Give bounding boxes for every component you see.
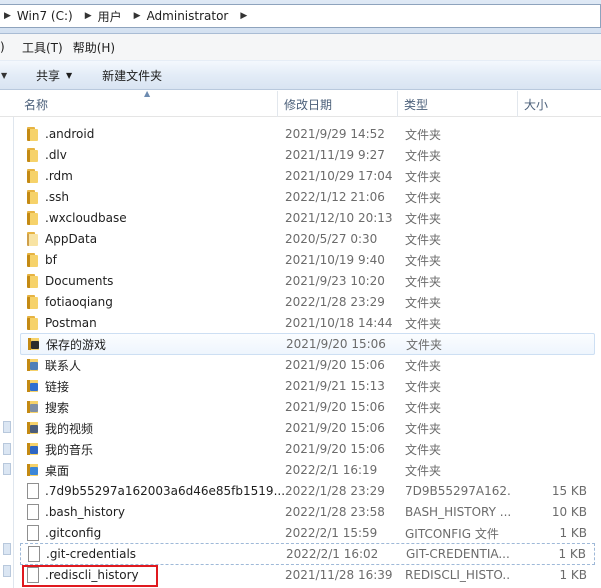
breadcrumb[interactable]: ▶ Win7 (C:) ▶ 用户 ▶ Administrator ▶ [0,4,601,28]
menu-item-help[interactable]: 帮助(H) [73,39,125,56]
list-item[interactable]: 我的视频 2021/9/20 15:06 文件夹 [20,418,595,438]
nav-pane-item[interactable] [3,543,11,555]
share-button[interactable]: 共享 ▼ [10,67,86,84]
navigation-pane[interactable] [0,91,14,588]
column-header-row: ▲ 名称 修改日期 类型 大小 [0,89,601,117]
breadcrumb-root-arrow[interactable]: ▶ [0,5,17,27]
list-item[interactable]: 搜索 2021/9/20 15:06 文件夹 [20,397,595,417]
folder-icon [24,210,40,226]
menu-item-tools[interactable]: 工具(T) [22,39,73,56]
folder-icon [24,231,40,247]
menu-bar: ) 工具(T) 帮助(H) [0,34,601,60]
list-item[interactable]: .git-credentials 2022/2/1 16:02 GIT-CRED… [20,543,595,565]
nav-pane-item[interactable] [3,443,11,455]
folder-icon [24,315,40,331]
list-item[interactable]: fotiaoqiang 2022/1/28 23:29 文件夹 [20,292,595,312]
folder-icon [24,126,40,142]
chevron-right-icon[interactable]: ▶ [128,11,147,21]
folder-icon [24,189,40,205]
desktop-icon [24,462,40,478]
links-icon [24,378,40,394]
list-item[interactable]: 桌面 2022/2/1 16:19 文件夹 [20,460,595,480]
column-header-date[interactable]: 修改日期 [278,91,398,117]
address-bar: ▶ Win7 (C:) ▶ 用户 ▶ Administrator ▶ [0,0,601,34]
nav-pane-item[interactable] [3,565,11,577]
list-item[interactable]: .gitconfig 2022/2/1 15:59 GITCONFIG 文件 1… [20,523,595,543]
breadcrumb-item-drive[interactable]: Win7 (C:) ▶ [17,5,98,27]
menu-item-partial[interactable]: ) [0,40,22,54]
searches-icon [24,399,40,415]
folder-icon [24,252,40,268]
nav-pane-item[interactable] [3,421,11,433]
list-item[interactable]: 联系人 2021/9/20 15:06 文件夹 [20,355,595,375]
folder-icon [24,147,40,163]
highlight-box [22,565,158,587]
column-header-type[interactable]: 类型 [398,91,518,117]
file-icon [24,504,40,520]
folder-icon [24,294,40,310]
caret-down-icon[interactable]: ▼ [0,71,10,80]
list-item[interactable]: AppData 2020/5/27 0:30 文件夹 [20,229,595,249]
list-item[interactable]: Postman 2021/10/18 14:44 文件夹 [20,313,595,333]
chevron-right-icon[interactable]: ▶ [0,11,17,21]
list-item[interactable]: .7d9b55297a162003a6d46e85fb1519... 2022/… [20,481,595,501]
column-header-size[interactable]: 大小 [518,91,601,117]
list-item[interactable]: .wxcloudbase 2021/12/10 20:13 文件夹 [20,208,595,228]
folder-icon [24,168,40,184]
caret-down-icon: ▼ [66,70,73,80]
list-item[interactable]: 保存的游戏 2021/9/20 15:06 文件夹 [20,333,595,355]
chevron-right-icon[interactable]: ▶ [234,11,253,21]
list-item[interactable]: 我的音乐 2021/9/20 15:06 文件夹 [20,439,595,459]
list-item[interactable]: .bash_history 2022/1/28 23:58 BASH_HISTO… [20,502,595,522]
list-item[interactable]: .android 2021/9/29 14:52 文件夹 [20,124,595,144]
list-item[interactable]: .ssh 2022/1/12 21:06 文件夹 [20,187,595,207]
contacts-icon [24,357,40,373]
file-icon [24,525,40,541]
saved-games-icon [25,336,41,352]
nav-pane-item[interactable] [3,463,11,475]
file-icon [25,546,41,562]
list-item[interactable]: .dlv 2021/11/19 9:27 文件夹 [20,145,595,165]
list-item[interactable]: Documents 2021/9/23 10:20 文件夹 [20,271,595,291]
column-header-name[interactable]: 名称 [18,91,278,117]
command-bar: ▼ 共享 ▼ 新建文件夹 [0,60,601,90]
list-item[interactable]: bf 2021/10/19 9:40 文件夹 [20,250,595,270]
breadcrumb-item-users[interactable]: 用户 ▶ [98,5,147,27]
file-icon [24,483,40,499]
chevron-right-icon[interactable]: ▶ [79,11,98,21]
videos-icon [24,420,40,436]
breadcrumb-item-administrator[interactable]: Administrator ▶ [147,5,254,27]
list-item[interactable]: .rdm 2021/10/29 17:04 文件夹 [20,166,595,186]
list-item[interactable]: 链接 2021/9/21 15:13 文件夹 [20,376,595,396]
music-icon [24,441,40,457]
new-folder-button[interactable]: 新建文件夹 [86,67,176,84]
folder-icon [24,273,40,289]
